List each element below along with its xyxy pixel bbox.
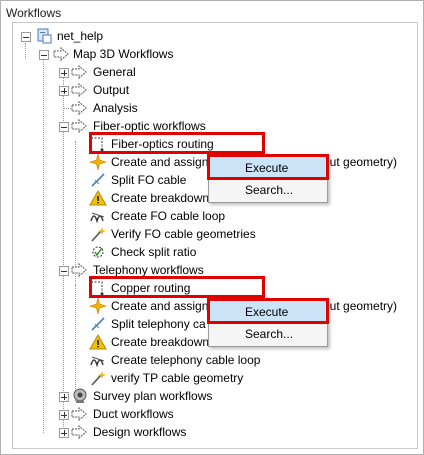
workflow-tree[interactable]: net_help Map 3D Workflows General Output [12,22,418,449]
tree-label: verify TP cable geometry [111,371,244,385]
tree-node-root[interactable]: net_help [17,27,217,45]
tree-label: Verify FO cable geometries [111,227,256,241]
tree-label: Create telephony cable loop [111,353,261,367]
workflow-arrow-icon [71,100,87,116]
expand-toggle[interactable] [59,68,69,78]
tree-label: Duct workflows [93,407,174,421]
cable-loop-icon [90,356,105,368]
tree-node-fiber-loop[interactable]: Create FO cable loop [17,207,277,225]
workflows-panel: Workflows net_help Map 3D Workflows Gene… [0,0,424,455]
menu-item-search[interactable]: Search... [209,323,327,345]
tree-label: Check split ratio [111,245,197,259]
star-burst-icon [89,297,107,315]
tree-node-fiber-verify[interactable]: Verify FO cable geometries [17,225,277,243]
tree-label: Create and assign [111,155,209,169]
tree-node-design[interactable]: Design workflows [17,423,237,441]
verify-wand-icon [91,227,106,242]
tree-node-output[interactable]: Output [17,81,217,99]
workflow-arrow-icon [71,406,87,422]
highlight-fiber-routing [89,132,265,154]
warning-icon [89,333,107,350]
expand-toggle[interactable] [59,392,69,402]
verify-wand-icon [91,371,106,386]
workflow-arrow-icon [53,46,69,62]
tree-node-duct[interactable]: Duct workflows [17,405,237,423]
tree-label-truncated: out geometry) [323,155,398,169]
tree-node-survey[interactable]: Survey plan workflows [17,387,237,405]
collapse-toggle[interactable] [59,122,69,132]
warning-icon [89,189,107,206]
cable-loop-icon [90,212,105,224]
tree-label: Create breakdown [111,335,210,349]
tree-node-tp-loop[interactable]: Create telephony cable loop [17,351,277,369]
tree-node-fiber-check-split[interactable]: Check split ratio [17,243,277,261]
menu-item-search[interactable]: Search... [209,179,327,201]
tree-label: Design workflows [93,425,187,439]
survey-camera-icon [73,388,87,403]
check-split-icon [92,246,104,258]
tree-label: Split telephony ca [111,317,206,331]
tree-node-tp-verify[interactable]: verify TP cable geometry [17,369,277,387]
tree-label: Create breakdown [111,191,210,205]
highlight-execute [207,298,329,324]
tree-label-truncated: out geometry) [323,299,398,313]
tree-node-general[interactable]: General [17,63,217,81]
tree-label: Output [93,83,130,97]
workflow-arrow-icon [71,64,87,80]
collapse-toggle[interactable] [39,50,49,60]
tree-label: Create FO cable loop [111,209,226,223]
tree-label: General [93,65,136,79]
workflow-arrow-icon [71,262,87,278]
tree-label: Map 3D Workflows [73,47,174,61]
tree-label: Split FO cable [111,173,187,187]
expand-toggle[interactable] [59,410,69,420]
workflow-arrow-icon [71,82,87,98]
tree-label: Survey plan workflows [93,389,213,403]
workflow-arrow-icon [71,424,87,440]
tree-node-analysis[interactable]: Analysis [17,99,217,117]
tree-label: Create and assign [111,299,209,313]
tree-label: net_help [57,29,104,43]
star-burst-icon [89,153,107,171]
expand-toggle[interactable] [59,428,69,438]
tree-node-map3d[interactable]: Map 3D Workflows [17,45,237,63]
collapse-toggle[interactable] [59,266,69,276]
split-cable-icon [91,317,105,331]
collapse-toggle[interactable] [21,32,31,42]
workflow-arrow-icon [71,118,87,134]
highlight-execute [207,154,329,180]
split-cable-icon [91,173,105,187]
panel-title: Workflows [6,6,62,20]
tree-label: Analysis [93,101,138,115]
network-icon [37,28,52,44]
highlight-copper-routing [89,276,265,298]
expand-toggle[interactable] [59,86,69,96]
